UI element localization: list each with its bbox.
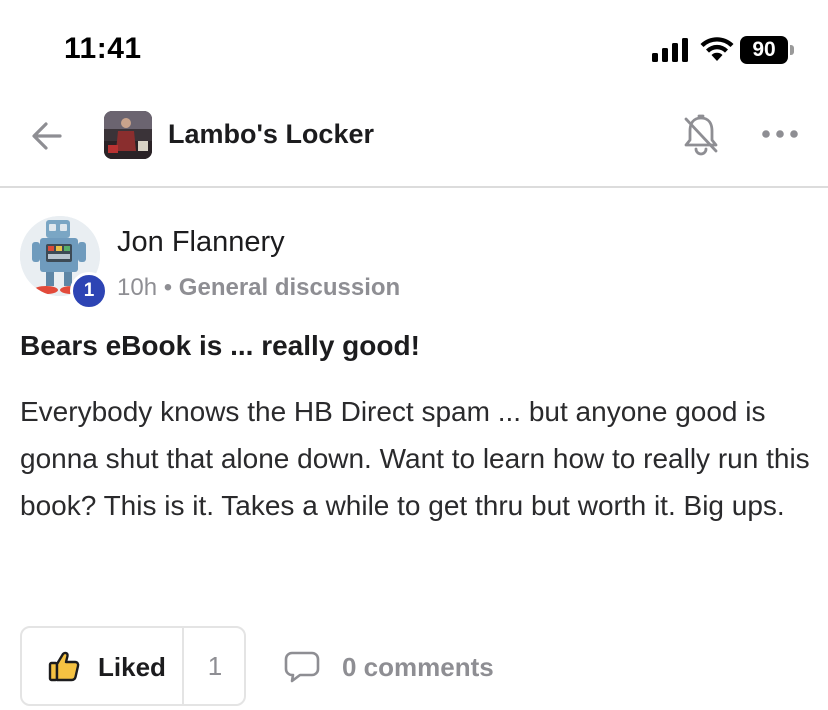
like-label: Liked: [98, 652, 166, 682]
post-body: Everybody knows the HB Direct spam ... b…: [20, 396, 810, 521]
status-bar: 11:41 90: [0, 0, 828, 100]
ellipsis-icon[interactable]: [760, 126, 800, 142]
comments-label: 0 comments: [342, 652, 494, 682]
battery-nub: [790, 45, 794, 55]
comment-icon: [284, 651, 320, 683]
battery-icon: 90: [740, 36, 794, 64]
post-title: Bears eBook is ... really good!: [20, 330, 420, 361]
group-avatar[interactable]: [104, 111, 152, 159]
bell-muted-icon[interactable]: [682, 113, 720, 157]
battery-level: 90: [740, 36, 788, 64]
like-count[interactable]: 1: [184, 628, 246, 704]
post-time: 10h: [117, 274, 158, 301]
post-category[interactable]: General discussion: [179, 274, 400, 301]
group-title[interactable]: Lambo's Locker: [168, 119, 374, 150]
like-group: Liked 1: [20, 626, 246, 706]
author-name[interactable]: Jon Flannery: [117, 226, 285, 259]
like-button[interactable]: Liked: [22, 628, 184, 704]
signal-icon: [652, 38, 688, 62]
status-time: 11:41: [64, 32, 142, 65]
header-bar: Lambo's Locker: [0, 100, 828, 188]
level-badge: 1: [70, 272, 108, 310]
arrow-left-icon[interactable]: [26, 116, 72, 156]
wifi-icon: [700, 37, 734, 61]
post-meta: 10h • General discussion: [117, 274, 400, 302]
meta-separator: •: [163, 274, 173, 301]
thumbs-up-icon: [48, 651, 80, 682]
